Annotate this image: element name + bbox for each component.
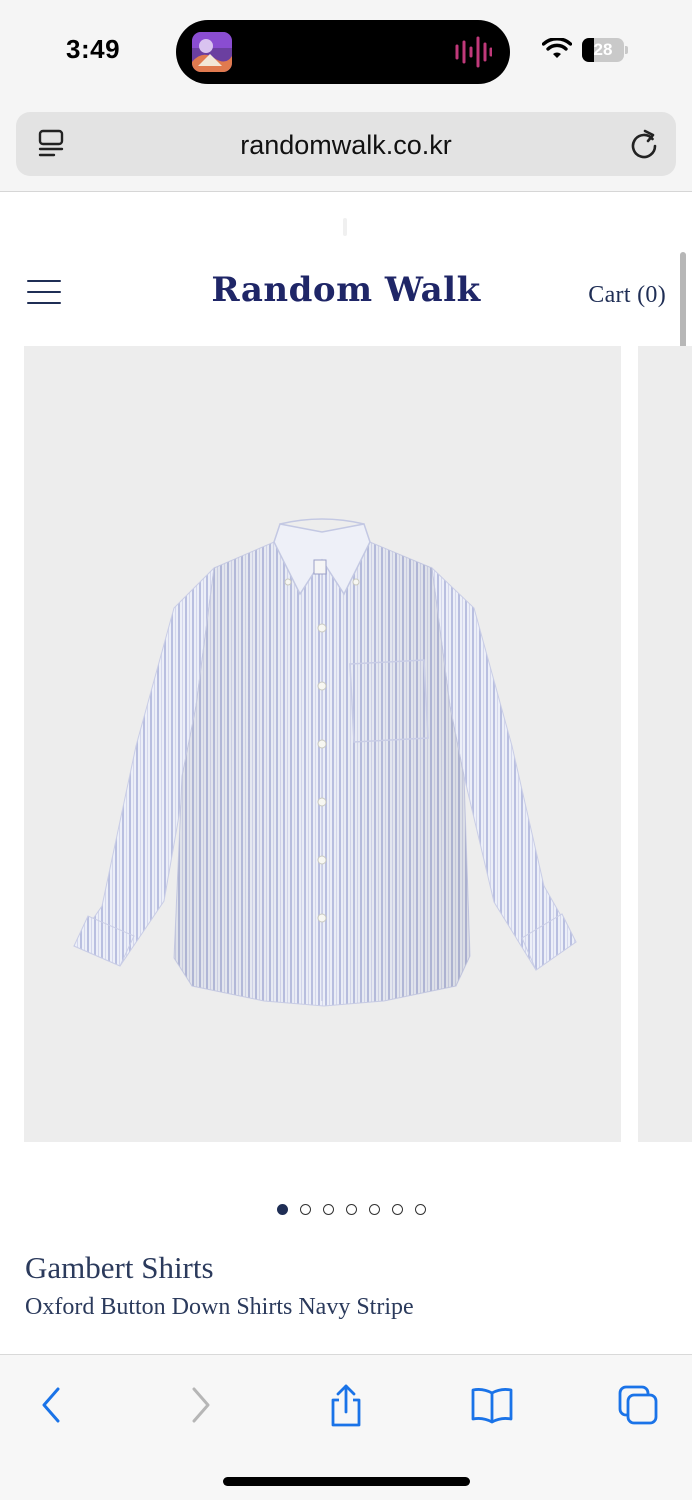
next-product-image[interactable] xyxy=(638,346,692,1142)
product-brand[interactable]: Gambert Shirts xyxy=(25,1250,214,1286)
product-image-carousel[interactable] xyxy=(0,346,692,1142)
forward-button[interactable] xyxy=(177,1381,225,1429)
pull-indicator xyxy=(343,218,347,236)
home-indicator[interactable] xyxy=(223,1477,470,1486)
share-icon xyxy=(331,1384,361,1427)
carousel-dot[interactable] xyxy=(299,1204,311,1215)
tabs-icon xyxy=(618,1385,658,1425)
product-name[interactable]: Oxford Button Down Shirts Navy Stripe xyxy=(25,1294,414,1321)
back-button[interactable] xyxy=(27,1381,75,1429)
carousel-dot[interactable] xyxy=(368,1204,380,1215)
status-time: 3:49 xyxy=(66,34,121,64)
product-image[interactable] xyxy=(24,346,621,1142)
url-text[interactable]: randomwalk.co.kr xyxy=(96,130,596,161)
now-playing-artwork-icon xyxy=(192,32,232,72)
cart-link[interactable]: Cart (0) xyxy=(588,282,666,309)
audio-waveform-icon xyxy=(455,36,492,68)
chevron-left-icon xyxy=(42,1387,60,1423)
address-bar-area: randomwalk.co.kr xyxy=(0,104,692,192)
address-bar[interactable]: randomwalk.co.kr xyxy=(16,112,676,176)
status-bar: 3:49 28 xyxy=(0,0,692,104)
page-menu-icon[interactable] xyxy=(36,128,66,160)
carousel-dot[interactable] xyxy=(276,1204,288,1215)
carousel-dot[interactable] xyxy=(345,1204,357,1215)
bookmarks-button[interactable] xyxy=(468,1381,516,1429)
book-icon xyxy=(471,1388,513,1424)
chevron-right-icon xyxy=(192,1387,210,1423)
carousel-dot[interactable] xyxy=(322,1204,334,1215)
carousel-dot[interactable] xyxy=(391,1204,403,1215)
battery-icon: 28 xyxy=(582,38,628,62)
tabs-button[interactable] xyxy=(614,1381,662,1429)
reload-icon[interactable] xyxy=(628,128,660,160)
carousel-dot[interactable] xyxy=(414,1204,426,1215)
carousel-pagination[interactable] xyxy=(0,1204,692,1220)
wifi-icon xyxy=(542,38,572,58)
shirt-image xyxy=(73,518,577,1007)
battery-percent: 28 xyxy=(593,40,613,59)
site-header: Random Walk Cart (0) xyxy=(0,250,692,336)
share-button[interactable] xyxy=(322,1381,370,1429)
dynamic-island xyxy=(176,20,510,84)
